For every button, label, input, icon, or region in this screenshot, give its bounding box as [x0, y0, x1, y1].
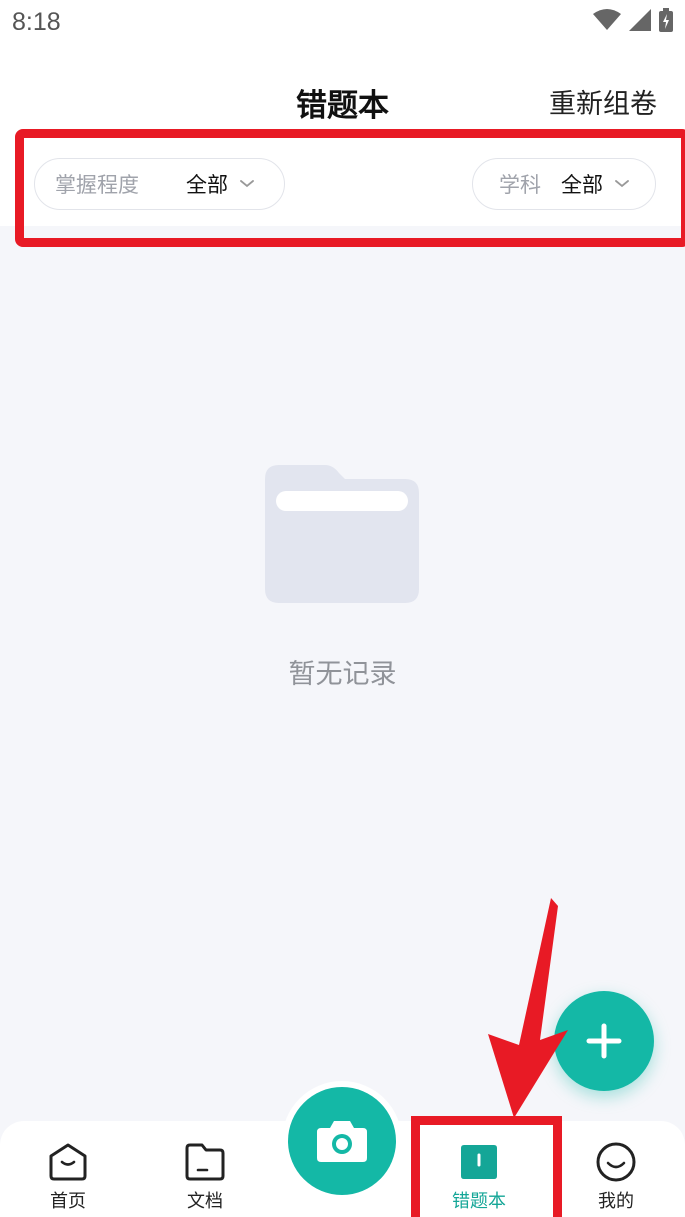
status-icons — [593, 8, 673, 32]
tab-mistake-book-label: 错题本 — [452, 1191, 506, 1212]
regenerate-paper-button[interactable]: 重新组卷 — [549, 82, 657, 121]
signal-icon — [629, 9, 651, 31]
tab-profile[interactable]: 我的 — [566, 1121, 666, 1217]
chevron-down-icon — [240, 180, 254, 188]
camera-button[interactable] — [288, 1087, 396, 1195]
subject-filter-value: 全部 — [561, 173, 603, 197]
book-icon — [461, 1145, 497, 1179]
folder-icon — [265, 465, 419, 603]
mastery-filter-value: 全部 — [186, 173, 228, 197]
mastery-filter-dropdown[interactable]: 掌握程度 全部 — [34, 158, 285, 210]
status-bar: 8:18 — [0, 0, 685, 50]
document-folder-icon — [185, 1143, 225, 1181]
filter-bar: 掌握程度 全部 学科 全部 — [0, 138, 685, 226]
battery-charging-icon — [659, 8, 673, 32]
subject-filter-label: 学科 — [499, 173, 541, 197]
tab-home[interactable]: 首页 — [18, 1121, 118, 1217]
tab-mistake-book[interactable]: 错题本 — [429, 1121, 529, 1217]
header: 错题本 重新组卷 — [0, 50, 685, 139]
home-icon — [49, 1143, 87, 1181]
smile-profile-icon — [596, 1142, 636, 1182]
wifi-icon — [593, 9, 621, 30]
tab-documents[interactable]: 文档 — [155, 1121, 255, 1217]
status-time: 8:18 — [12, 8, 61, 36]
camera-icon — [317, 1121, 367, 1162]
tab-profile-label: 我的 — [598, 1191, 634, 1212]
plus-icon — [586, 1023, 622, 1059]
chevron-down-icon — [615, 180, 629, 188]
add-button[interactable] — [554, 991, 654, 1091]
subject-filter-dropdown[interactable]: 学科 全部 — [472, 158, 656, 210]
tab-home-label: 首页 — [50, 1191, 86, 1212]
tab-documents-label: 文档 — [187, 1191, 223, 1212]
mastery-filter-label: 掌握程度 — [55, 173, 139, 197]
empty-state-text: 暂无记录 — [288, 659, 397, 690]
